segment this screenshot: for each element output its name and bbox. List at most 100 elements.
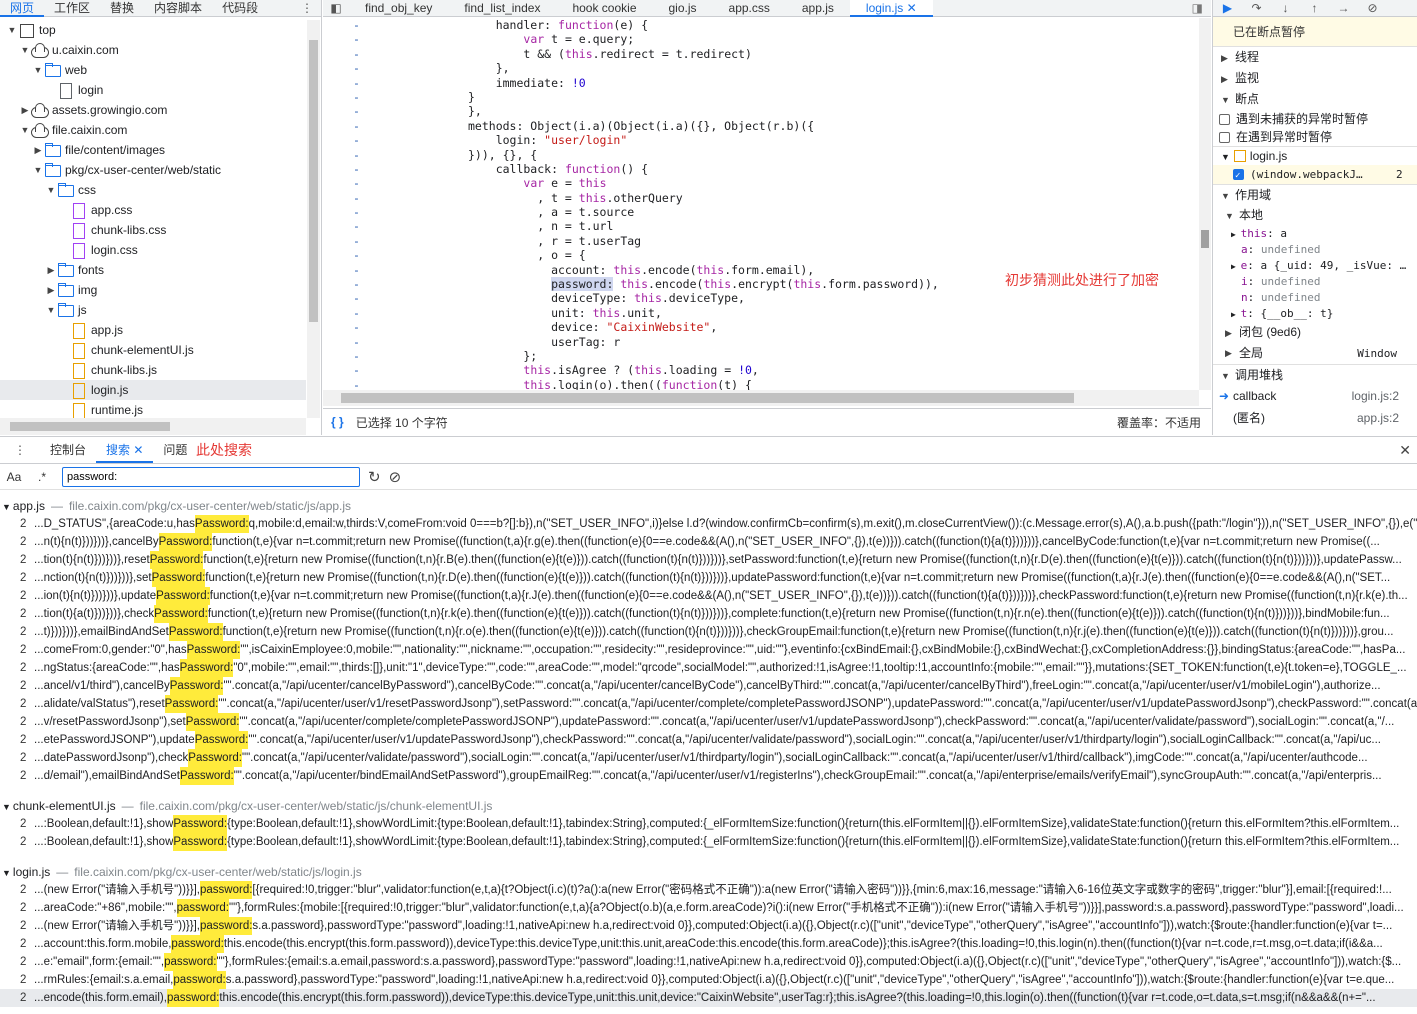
editor-vertical-scrollbar[interactable] (1199, 18, 1211, 390)
scroll-thumb[interactable] (1201, 230, 1209, 248)
navigator-vertical-scrollbar[interactable] (307, 20, 320, 418)
scope-closure[interactable]: ▶ 闭包 (9ed6) (1213, 322, 1417, 343)
editor-horizontal-scrollbar[interactable] (323, 390, 1199, 406)
result-line[interactable]: 2 ...e:"email",form:{email:"", password: ""… (0, 953, 1417, 971)
regex-toggle[interactable]: .* (28, 470, 56, 484)
result-line[interactable]: 2 ...etePasswordJSONP"),update Password: ""… (0, 731, 1417, 749)
section-callstack[interactable]: ▼ 调用堆栈 (1213, 364, 1417, 385)
result-line[interactable]: 2 ...(new Error("请输入手机号"))}}], password: s.… (0, 917, 1417, 935)
section-threads[interactable]: ▶ 线程 (1213, 47, 1417, 68)
search-input[interactable] (62, 466, 360, 487)
tree-node[interactable]: ▶ file/content/images (0, 140, 306, 160)
code-view[interactable]: - handler: function(e) {- var t = e.quer… (323, 18, 1199, 390)
toggle-navigator-icon[interactable]: ◧ (323, 1, 349, 15)
result-line[interactable]: 2 ...comeFrom:0,gender:"0",has Password: ""… (0, 641, 1417, 659)
tree-node[interactable]: ▶ assets.growingio.com (0, 100, 306, 120)
editor-tab[interactable]: hook cookie (556, 0, 652, 17)
step-over-icon[interactable]: ↷ (1242, 1, 1271, 15)
deactivate-breakpoints-icon[interactable]: ⊘ (1358, 1, 1387, 15)
nav-tab[interactable]: 代码段 (212, 0, 268, 17)
nav-tab[interactable]: 网页 (0, 0, 45, 17)
tree-node[interactable]: runtime.js (0, 400, 306, 418)
tree-node[interactable]: ▼ u.caixin.com (0, 40, 306, 60)
scope-local[interactable]: ▼ 本地 (1213, 205, 1417, 226)
tree-node[interactable]: ▼ js (0, 300, 306, 320)
scope-variable[interactable]: a: undefined (1213, 242, 1417, 258)
result-file-header[interactable]: ▼ chunk-elementUI.js — file.caixin.com/pkg/… (0, 797, 1417, 815)
tree-node[interactable]: ▼ top (0, 20, 306, 40)
result-line[interactable]: 2 ...t)}))}))},emailBindAndSet Password: fu… (0, 623, 1417, 641)
result-file-header[interactable]: ▼ app.js — file.caixin.com/pkg/cx-user-cent… (0, 497, 1417, 515)
result-line[interactable]: 2 ...D_STATUS",{areaCode:u,has Password: q,… (0, 515, 1417, 533)
tree-node[interactable]: app.js (0, 320, 306, 340)
result-line[interactable]: 2 ...ancel/v1/third"),cancelBy Password: ""… (0, 677, 1417, 695)
resume-icon[interactable]: ▶ (1213, 1, 1242, 15)
tree-node[interactable]: chunk-libs.js (0, 360, 306, 380)
scope-global[interactable]: ▶ 全局 Window (1213, 343, 1417, 364)
section-breakpoints[interactable]: ▼ 断点 (1213, 89, 1417, 110)
frame-location[interactable]: login.js:2 (1352, 385, 1399, 407)
nav-tab[interactable]: 内容脚本 (144, 0, 212, 17)
breakpoint-entry[interactable]: (window.webpackJ… 2 (1213, 165, 1417, 185)
tree-node[interactable]: ▼ file.caixin.com (0, 120, 306, 140)
match-case-toggle[interactable]: Aa (0, 470, 28, 484)
toggle-debugger-icon[interactable]: ◨ (1192, 1, 1203, 15)
result-line[interactable]: 2 ...tion(t){a(t)}))}))},check Password: fu… (0, 605, 1417, 623)
result-line[interactable]: 2 ...rmRules:{email:s.a.email, password: s.… (0, 971, 1417, 989)
result-line[interactable]: 2 ...encode(this.form.email), password: thi… (0, 989, 1417, 1007)
result-line[interactable]: 2 ...n(t){n(t)}))}))},cancelBy Password: fu… (0, 533, 1417, 551)
editor-tab[interactable]: app.css (713, 0, 786, 17)
result-line[interactable]: 2 ...nction(t){n(t)}))}))},set Password: fu… (0, 569, 1417, 587)
tree-node[interactable]: app.css (0, 200, 306, 220)
call-frame[interactable]: (匿名) app.js:2 (1213, 407, 1417, 429)
tree-node[interactable]: chunk-elementUI.js (0, 340, 306, 360)
result-file-header[interactable]: ▼ login.js — file.caixin.com/pkg/cx-user-ce… (0, 863, 1417, 881)
step-into-icon[interactable]: ↓ (1271, 1, 1300, 15)
scroll-thumb[interactable] (10, 422, 170, 431)
close-drawer-icon[interactable]: ✕ (1399, 442, 1411, 459)
drawer-tab[interactable]: 问题 (153, 437, 197, 463)
tree-node[interactable]: ▶ fonts (0, 260, 306, 280)
scope-variable[interactable]: i: undefined (1213, 274, 1417, 290)
result-line[interactable]: 2 ...d/email"),emailBindAndSet Password: ""… (0, 767, 1417, 785)
editor-tab[interactable]: app.js (786, 0, 850, 17)
checkbox-box[interactable] (1233, 167, 1244, 185)
call-frame[interactable]: ➜ callback login.js:2 (1213, 385, 1417, 407)
tree-node[interactable]: login.css (0, 240, 306, 260)
more-tabs-icon[interactable]: ⋮ (301, 1, 313, 15)
result-line[interactable]: 2 ...areaCode:"+86",mobile:"", password: ""… (0, 899, 1417, 917)
result-line[interactable]: 2 ...ion(t){n(t)}))}))},update Password: fu… (0, 587, 1417, 605)
result-line[interactable]: 2 ...datePasswordJsonp"),check Password: ""… (0, 749, 1417, 767)
scroll-thumb[interactable] (341, 393, 1074, 403)
pause-uncaught-checkbox[interactable]: 遇到未捕获的异常时暂停 (1213, 110, 1417, 128)
close-tab-icon[interactable]: ✕ (130, 443, 143, 457)
tree-node[interactable]: ▼ web (0, 60, 306, 80)
result-line[interactable]: 2 ...account:this.form.mobile, password: th… (0, 935, 1417, 953)
scroll-thumb[interactable] (309, 40, 318, 322)
result-line[interactable]: 2 ...:Boolean,default:!1},show Password: {t… (0, 833, 1417, 851)
section-scope[interactable]: ▼ 作用域 (1213, 184, 1417, 205)
tree-node[interactable]: ▶ img (0, 280, 306, 300)
result-line[interactable]: 2 ...ngStatus:{areaCode:"",has Password: "0… (0, 659, 1417, 677)
tree-node[interactable]: chunk-libs.css (0, 220, 306, 240)
scope-variable[interactable]: ▶ t: {__ob__: t} (1213, 306, 1417, 322)
tree-node[interactable]: ▼ pkg/cx-user-center/web/static (0, 160, 306, 180)
pause-caught-checkbox[interactable]: 在遇到异常时暂停 (1213, 128, 1417, 146)
editor-tab[interactable]: gio.js (653, 0, 713, 17)
result-line[interactable]: 2 ...tion(t){n(t)}))}))},reset Password: fu… (0, 551, 1417, 569)
tree-node[interactable]: login (0, 80, 306, 100)
step-out-icon[interactable]: ↑ (1300, 1, 1329, 15)
scope-variable[interactable]: ▶ this: a (1213, 226, 1417, 242)
drawer-tab[interactable]: 搜索 ✕ (96, 437, 154, 463)
breakpoint-file[interactable]: ▼ login.js (1213, 146, 1417, 165)
scope-variable[interactable]: n: undefined (1213, 290, 1417, 306)
result-line[interactable]: 2 ...v/resetPasswordJsonp"),set Password: "… (0, 713, 1417, 731)
clear-icon[interactable]: ⊘ (389, 468, 402, 486)
section-watch[interactable]: ▶ 监视 (1213, 68, 1417, 89)
tree-node[interactable]: ▼ css (0, 180, 306, 200)
more-options-icon[interactable]: ⋮ (0, 443, 40, 457)
tree-node[interactable]: login.js (0, 380, 306, 400)
nav-tab[interactable]: 替换 (100, 0, 144, 17)
step-icon[interactable]: → (1329, 1, 1358, 15)
editor-tab[interactable]: login.js ✕ (849, 0, 933, 17)
